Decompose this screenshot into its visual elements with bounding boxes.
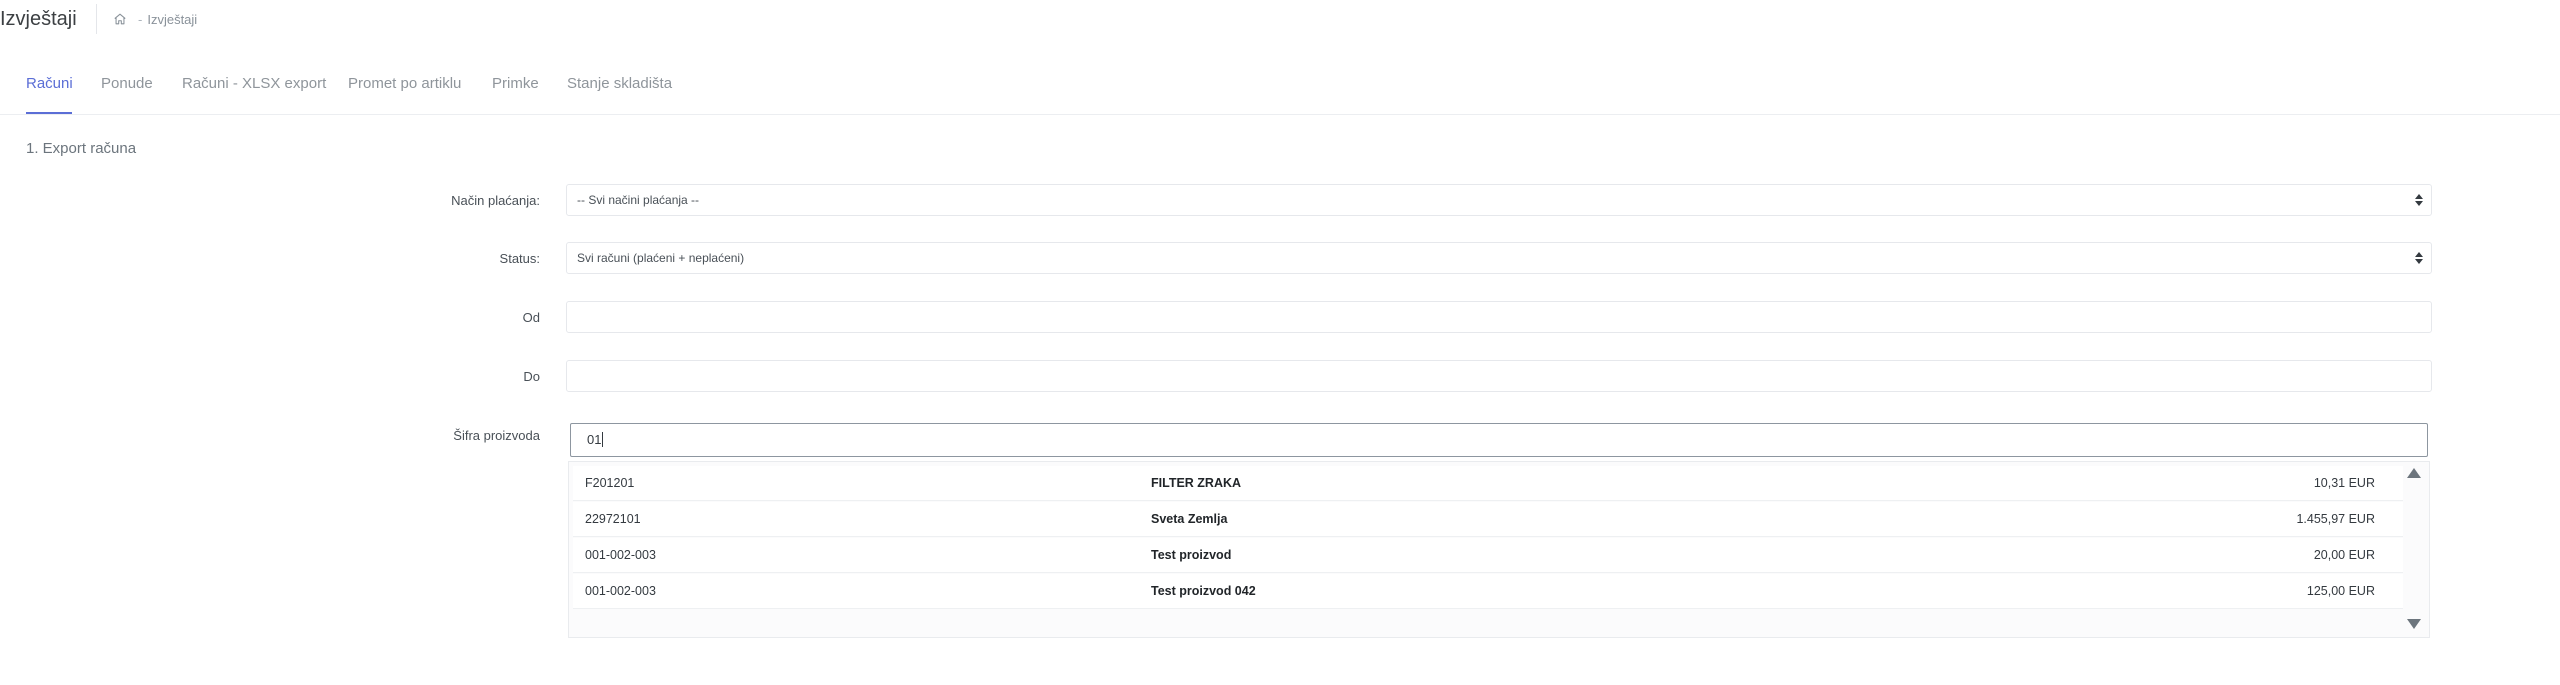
text-cursor: ​ [602,432,604,447]
home-icon[interactable] [113,12,127,26]
item-name: Test proizvod [1151,548,1232,562]
scroll-down-icon[interactable] [2407,619,2421,629]
breadcrumb-current: Izvještaji [147,11,198,27]
tab-racuni-xlsx-export[interactable]: Računi - XLSX export [182,75,326,92]
title-divider [96,4,97,34]
report-tabs: Računi Ponude Računi - XLSX export Prome… [0,48,2560,115]
product-code-label: Šifra proizvoda [453,428,540,443]
select-arrows-icon [2415,194,2423,206]
tab-primke[interactable]: Primke [492,75,539,92]
section-title: 1. Export računa [26,140,137,157]
item-price: 125,00 EUR [2306,584,2375,598]
top-bar: Izvještaji - Izvještaji [0,0,2560,49]
autocomplete-item[interactable]: F201201 FILTER ZRAKA 10,31 EUR [573,466,2403,501]
to-label: Do [523,369,540,384]
payment-method-label: Način plaćanja: [451,193,540,208]
payment-method-select[interactable]: -- Svi načini plaćanja -- [566,184,2432,216]
autocomplete-item[interactable]: 001-002-003 Test proizvod 20,00 EUR [573,538,2403,573]
item-code: 001-002-003 [585,548,656,562]
tab-racuni[interactable]: Računi [26,75,73,92]
scroll-up-icon[interactable] [2407,468,2421,478]
item-name: FILTER ZRAKA [1151,476,1242,490]
status-label: Status: [499,251,540,266]
status-value: Svi računi (plaćeni + neplaćeni) [577,251,745,265]
active-tab-indicator [26,112,72,114]
item-price: 10,31 EUR [2313,476,2375,490]
from-date-input[interactable] [566,301,2432,333]
breadcrumb: - Izvještaji [113,4,197,34]
item-price: 1.455,97 EUR [2296,512,2375,526]
item-price: 20,00 EUR [2313,548,2375,562]
item-code: 22972101 [585,512,641,526]
select-arrows-icon [2415,252,2423,264]
to-date-input[interactable] [566,360,2432,392]
item-code: F201201 [585,476,635,490]
tab-ponude[interactable]: Ponude [101,75,153,92]
autocomplete-item[interactable]: 001-002-003 Test proizvod 042 125,00 EUR [573,574,2403,609]
payment-method-value: -- Svi načini plaćanja -- [577,193,700,207]
tab-promet-po-artiklu[interactable]: Promet po artiklu [348,75,461,92]
from-label: Od [522,310,540,325]
tab-stanje-skladista[interactable]: Stanje skladišta [567,75,672,92]
autocomplete-item[interactable]: 22972101 Sveta Zemlja 1.455,97 EUR [573,502,2403,537]
item-code: 001-002-003 [585,584,656,598]
breadcrumb-separator: - [138,11,143,27]
product-code-value: 01 [587,432,602,447]
item-name: Sveta Zemlja [1151,512,1228,526]
status-select[interactable]: Svi računi (plaćeni + neplaćeni) [566,242,2432,274]
product-code-input[interactable]: 01​ [570,423,2428,457]
autocomplete-dropdown: F201201 FILTER ZRAKA 10,31 EUR 22972101 … [568,461,2430,638]
page-title: Izvještaji [0,8,77,30]
item-name: Test proizvod 042 [1151,584,1256,598]
